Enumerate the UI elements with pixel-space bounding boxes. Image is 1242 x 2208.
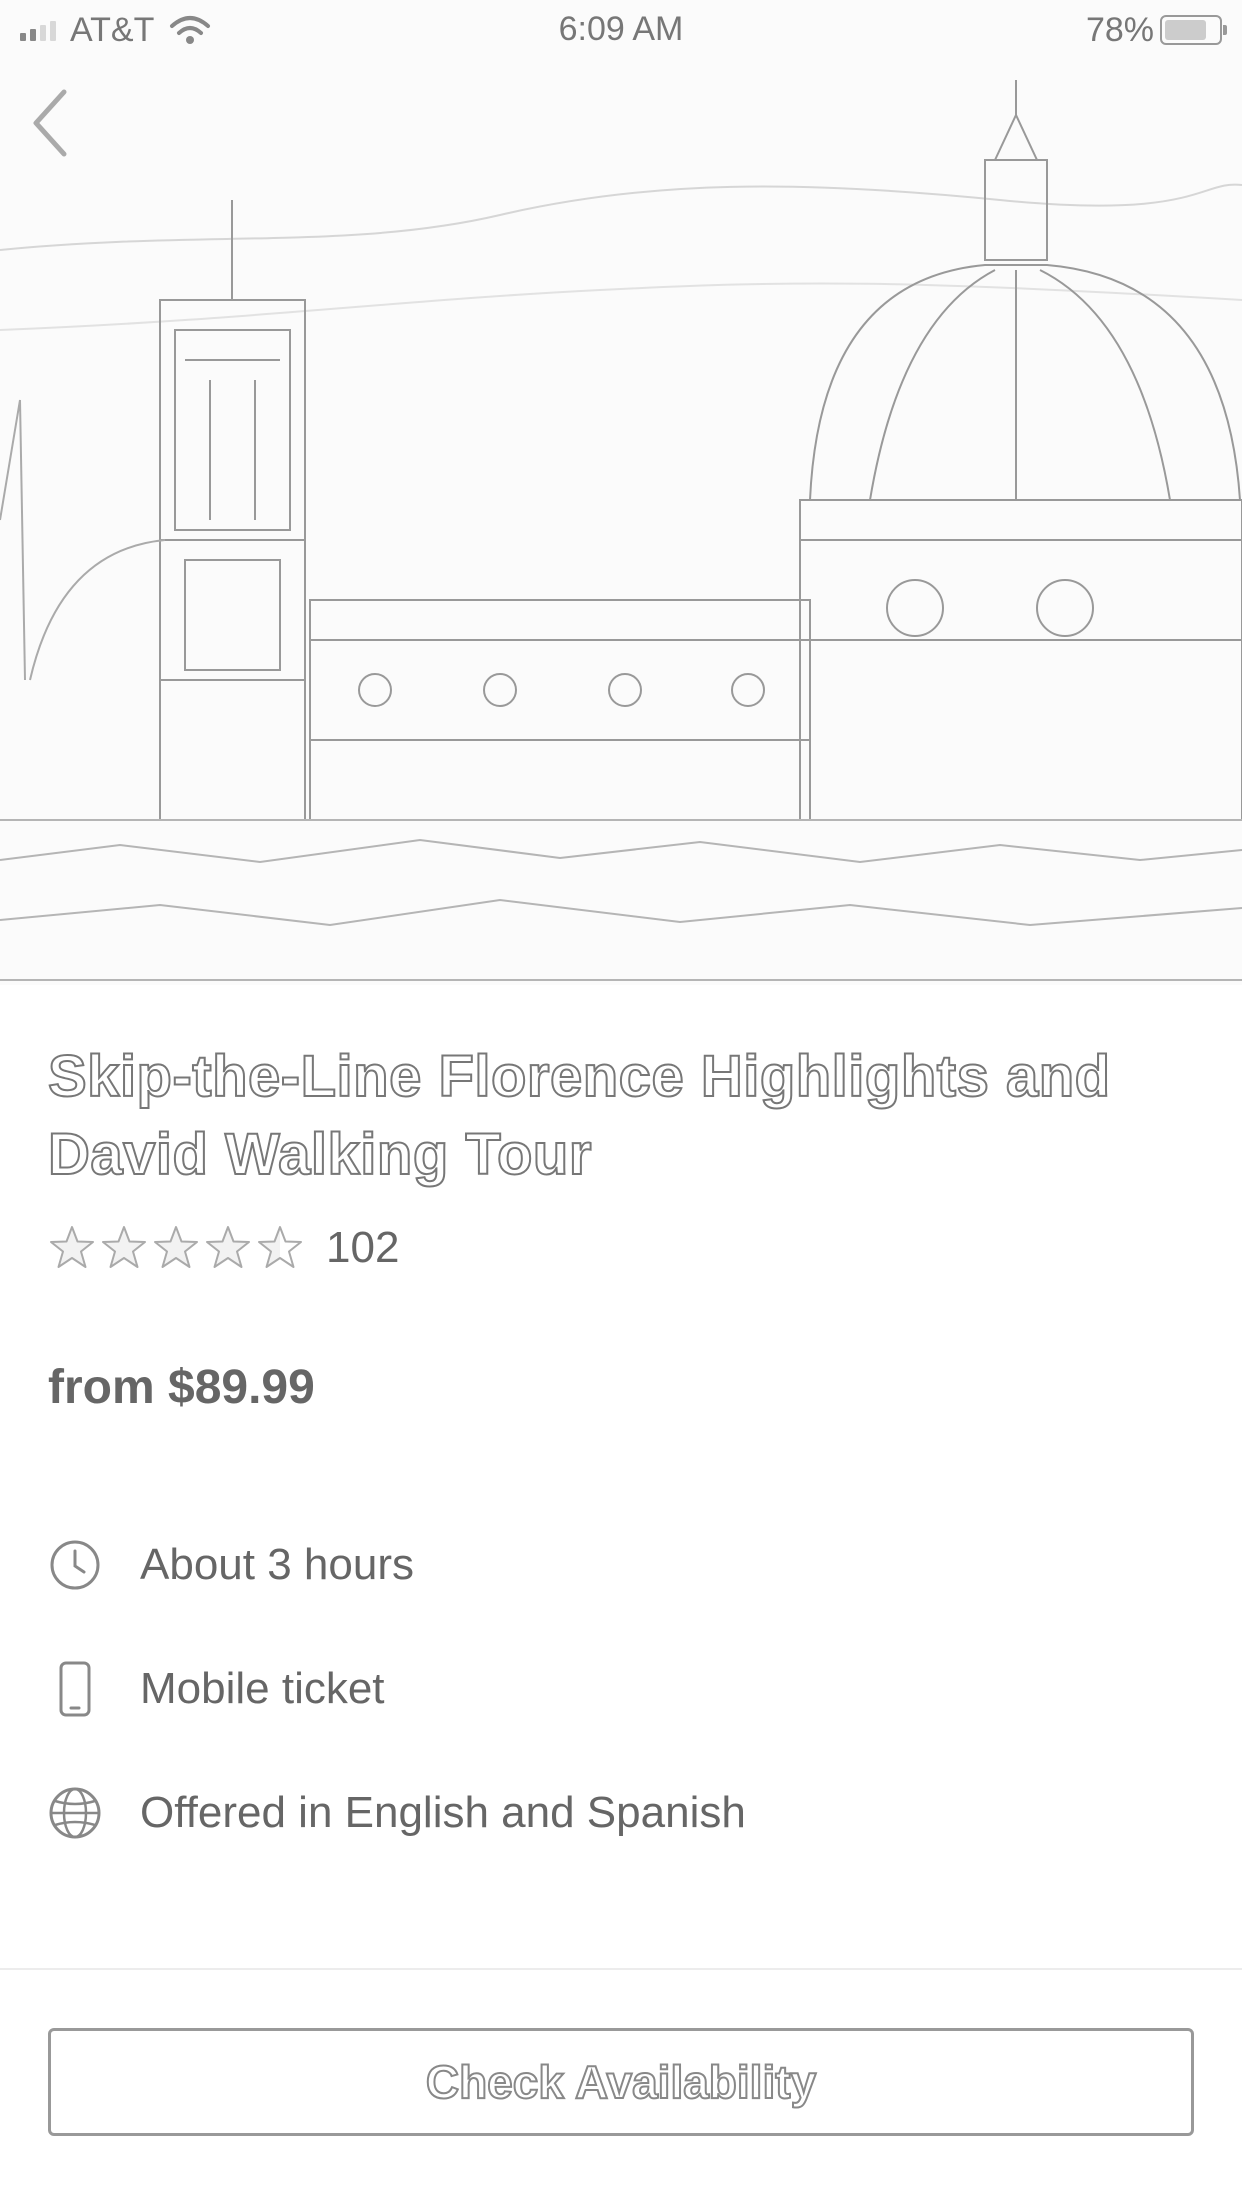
chevron-left-icon [33,89,67,157]
status-time: 6:09 AM [558,10,684,48]
divider [0,1968,1242,1970]
status-right: 78% [1085,10,1227,50]
battery-level [1165,20,1206,40]
star-icon [50,1226,94,1268]
globe-icon [48,1786,102,1840]
feature-label: About 3 hours [140,1540,414,1589]
star-rating [48,1224,304,1272]
feature-ticket: Mobile ticket [48,1654,385,1724]
feature-label: Offered in English and Spanish [140,1788,746,1837]
back-button[interactable] [30,88,90,168]
tour-title: Skip-the-Line Florence Highlights and Da… [47,1043,1111,1188]
review-count: 102 [326,1223,400,1272]
feature-language: Offered in English and Spanish [48,1778,746,1848]
clock-icon [48,1538,102,1592]
florence-duomo-photo [0,80,1242,981]
battery-percent: 78% [1085,10,1154,49]
battery-icon [1160,15,1227,45]
rating-row[interactable]: 102 [48,1218,399,1278]
star-icon [102,1226,146,1268]
status-bar: AT&T 6:09 AM 78% [0,0,1242,60]
star-icon [258,1226,302,1268]
price: from $89.99 [48,1361,315,1414]
mobile-phone-icon [48,1661,102,1717]
feature-label: Mobile ticket [140,1664,385,1713]
star-icon [206,1226,250,1268]
hero-image [0,0,1242,985]
star-icon [154,1226,198,1268]
feature-duration: About 3 hours [48,1530,414,1600]
check-availability-label: Check Availability [425,2055,817,2109]
check-availability-button[interactable]: Check Availability [48,2028,1194,2136]
